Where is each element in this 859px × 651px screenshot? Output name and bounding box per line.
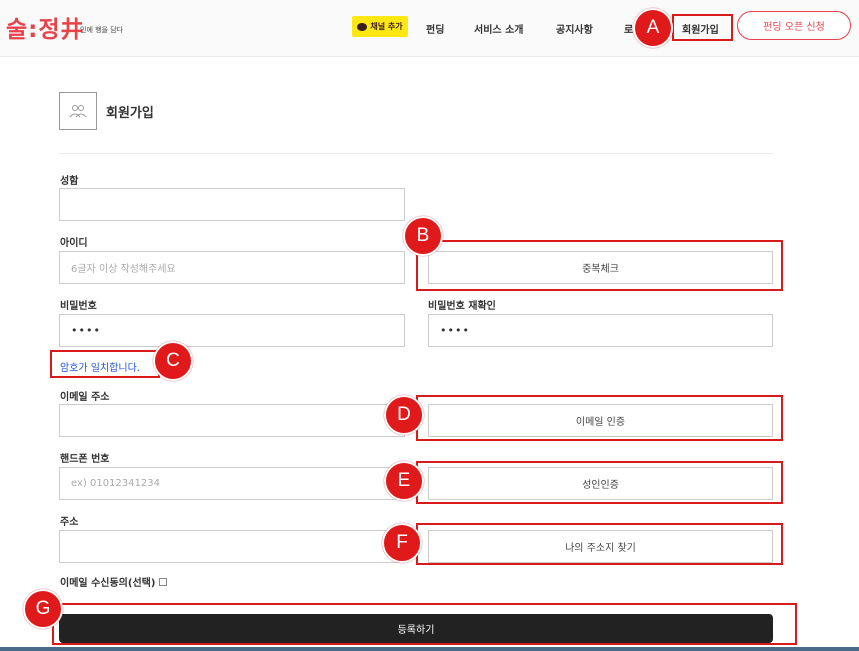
- nav-login[interactable]: 로: [624, 21, 633, 36]
- kakao-channel-label: 채널 추가: [370, 22, 403, 31]
- email-label: 이메일 주소: [60, 392, 110, 403]
- address-label: 주소: [60, 517, 79, 528]
- password-confirm-input[interactable]: ••••: [428, 314, 773, 347]
- funding-open-request-button[interactable]: 펀딩 오픈 신청: [737, 11, 851, 40]
- annotation-badge-b: B: [403, 216, 443, 256]
- users-icon: [69, 105, 87, 118]
- email-input[interactable]: [59, 404, 405, 437]
- password-confirm-label: 비밀번호 재확인: [428, 301, 496, 312]
- password-input[interactable]: ••••: [59, 314, 405, 347]
- nav-funding[interactable]: 펀딩: [426, 21, 444, 36]
- email-consent-row: 이메일 수신동의(선택): [60, 574, 168, 589]
- password-label: 비밀번호: [60, 301, 97, 312]
- member-icon-box: [59, 92, 97, 130]
- page-title: 회원가입: [106, 106, 154, 121]
- annotation-box-e: [416, 461, 783, 504]
- phone-label: 핸드폰 번호: [60, 454, 110, 465]
- logo-subtitle: 인에 행을 담다: [80, 26, 124, 34]
- nav-notice[interactable]: 공지사항: [556, 21, 593, 36]
- annotation-badge-e: E: [384, 461, 424, 501]
- kakao-channel-button[interactable]: 채널 추가: [352, 16, 408, 37]
- kakao-talk-icon: [357, 22, 368, 31]
- annotation-badge-g: G: [23, 589, 63, 629]
- annotation-box-a: [672, 14, 733, 41]
- id-label: 아이디: [60, 238, 88, 249]
- annotation-box-g: [52, 603, 797, 645]
- annotation-badge-d: D: [384, 395, 424, 435]
- name-input[interactable]: [59, 188, 405, 221]
- phone-input[interactable]: ex) 01012341234: [59, 467, 405, 500]
- bottom-edge: [0, 647, 859, 651]
- annotation-badge-a: A: [633, 8, 673, 48]
- name-label: 성함: [60, 176, 79, 187]
- annotation-badge-c: C: [153, 341, 193, 381]
- annotation-box-b: [416, 240, 783, 291]
- title-divider: [59, 153, 773, 154]
- logo[interactable]: 술:정井: [6, 10, 85, 44]
- email-consent-checkbox[interactable]: [159, 577, 168, 586]
- email-consent-label: 이메일 수신동의(선택): [60, 578, 156, 589]
- annotation-box-d: [416, 395, 783, 441]
- address-input[interactable]: [59, 530, 405, 563]
- annotation-box-c: [50, 350, 160, 378]
- annotation-badge-f: F: [382, 523, 422, 563]
- annotation-box-f: [416, 523, 783, 565]
- id-input[interactable]: 6글자 이상 작성해주세요: [59, 251, 405, 284]
- nav-service-intro[interactable]: 서비스 소개: [474, 21, 523, 36]
